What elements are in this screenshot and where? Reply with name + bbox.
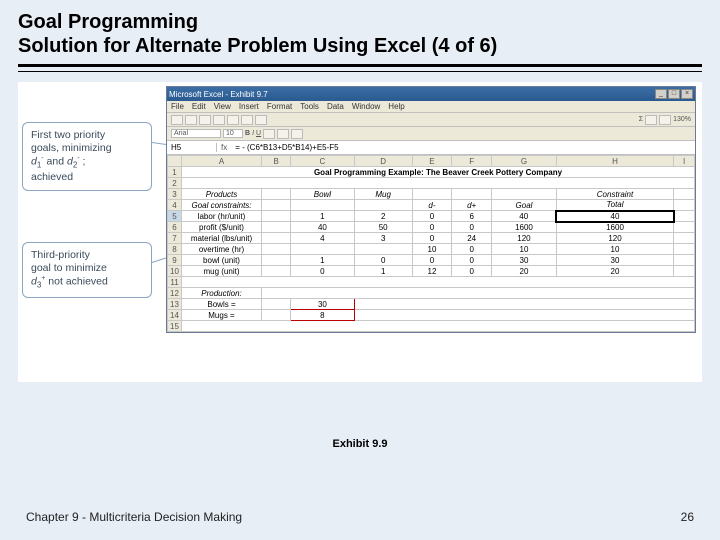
exhibit-label: Exhibit 9.9 <box>18 438 702 450</box>
table-row[interactable]: 14Mugs =8 <box>168 310 695 321</box>
zoom-level[interactable]: 130% <box>673 116 691 123</box>
excel-toolbar-1: Σ 130% <box>167 113 695 127</box>
align-right-icon[interactable] <box>291 129 303 139</box>
table-row[interactable]: 3ProductsBowlMugConstraint <box>168 189 695 200</box>
table-row[interactable]: 8overtime (hr)1001010 <box>168 244 695 255</box>
menu-help[interactable]: Help <box>388 102 404 111</box>
menu-file[interactable]: File <box>171 102 184 111</box>
table-row[interactable]: 6profit ($/unit)40500016001600 <box>168 222 695 233</box>
excel-menubar: File Edit View Insert Format Tools Data … <box>167 101 695 113</box>
excel-toolbar-2: Arial 10 B I U <box>167 127 695 141</box>
open-icon[interactable] <box>185 115 197 125</box>
footer-page-number: 26 <box>681 510 694 524</box>
new-icon[interactable] <box>171 115 183 125</box>
callout-third-priority: Third-priority goal to minimize d3+ not … <box>22 242 152 298</box>
cut-icon[interactable] <box>227 115 239 125</box>
table-row[interactable]: 5labor (hr/unit)12064040 <box>168 211 695 222</box>
table-row[interactable]: 7material (lbs/unit)43024120120 <box>168 233 695 244</box>
table-row[interactable]: 2 <box>168 178 695 189</box>
italic-icon[interactable]: I <box>252 130 254 137</box>
fx-icon[interactable]: fx <box>217 143 231 152</box>
table-row[interactable]: 12Production: <box>168 288 695 299</box>
menu-window[interactable]: Window <box>352 102 380 111</box>
maximize-icon[interactable]: □ <box>668 89 680 99</box>
title-line-2: Solution for Alternate Problem Using Exc… <box>18 35 497 57</box>
excel-titlebar: Microsoft Excel - Exhibit 9.7 _ □ × <box>167 87 695 101</box>
table-row[interactable]: 4Goal constraints:d-d+GoalTotal <box>168 200 695 211</box>
paste-icon[interactable] <box>255 115 267 125</box>
formula-input[interactable]: = - (C6*B13+D5*B14)+E5-F5 <box>231 143 695 152</box>
table-row[interactable]: 9bowl (unit)10003030 <box>168 255 695 266</box>
table-row[interactable]: 13Bowls =30 <box>168 299 695 310</box>
title-line-1: Goal Programming <box>18 11 198 33</box>
table-row[interactable]: 10mug (unit)011202020 <box>168 266 695 277</box>
column-header-row: A B C D E F G H I <box>168 156 695 167</box>
menu-insert[interactable]: Insert <box>239 102 259 111</box>
underline-icon[interactable]: U <box>256 130 261 137</box>
align-center-icon[interactable] <box>277 129 289 139</box>
title-rule-heavy <box>18 64 702 67</box>
content-area: First two priority goals, minimizing d1-… <box>18 82 702 382</box>
spreadsheet-grid[interactable]: A B C D E F G H I 1Goal Programming Exam… <box>167 155 695 332</box>
menu-data[interactable]: Data <box>327 102 344 111</box>
menu-format[interactable]: Format <box>267 102 292 111</box>
formula-bar: H5 fx = - (C6*B13+D5*B14)+E5-F5 <box>167 141 695 155</box>
selected-cell: 40 <box>556 211 674 222</box>
name-box[interactable]: H5 <box>167 143 217 152</box>
menu-edit[interactable]: Edit <box>192 102 206 111</box>
table-row[interactable]: 15 <box>168 321 695 332</box>
menu-view[interactable]: View <box>214 102 231 111</box>
close-icon[interactable]: × <box>681 89 693 99</box>
table-row[interactable]: 11 <box>168 277 695 288</box>
bold-icon[interactable]: B <box>245 130 250 137</box>
footer-chapter: Chapter 9 - Multicriteria Decision Makin… <box>26 510 242 524</box>
font-size-select[interactable]: 10 <box>223 129 243 138</box>
save-icon[interactable] <box>199 115 211 125</box>
font-select[interactable]: Arial <box>171 129 221 138</box>
title-rule-thin <box>18 71 702 72</box>
slide-footer: Chapter 9 - Multicriteria Decision Makin… <box>0 510 720 524</box>
print-icon[interactable] <box>213 115 225 125</box>
menu-tools[interactable]: Tools <box>300 102 319 111</box>
table-row[interactable]: 1Goal Programming Example: The Beaver Cr… <box>168 167 695 178</box>
minimize-icon[interactable]: _ <box>655 89 667 99</box>
align-left-icon[interactable] <box>263 129 275 139</box>
sort-asc-icon[interactable] <box>645 115 657 125</box>
slide-title: Goal Programming Solution for Alternate … <box>18 10 702 58</box>
chart-icon[interactable] <box>659 115 671 125</box>
copy-icon[interactable] <box>241 115 253 125</box>
excel-window-title: Microsoft Excel - Exhibit 9.7 <box>169 90 268 99</box>
excel-window: Microsoft Excel - Exhibit 9.7 _ □ × File… <box>166 86 696 333</box>
callout-first-two-priority: First two priority goals, minimizing d1-… <box>22 122 152 191</box>
